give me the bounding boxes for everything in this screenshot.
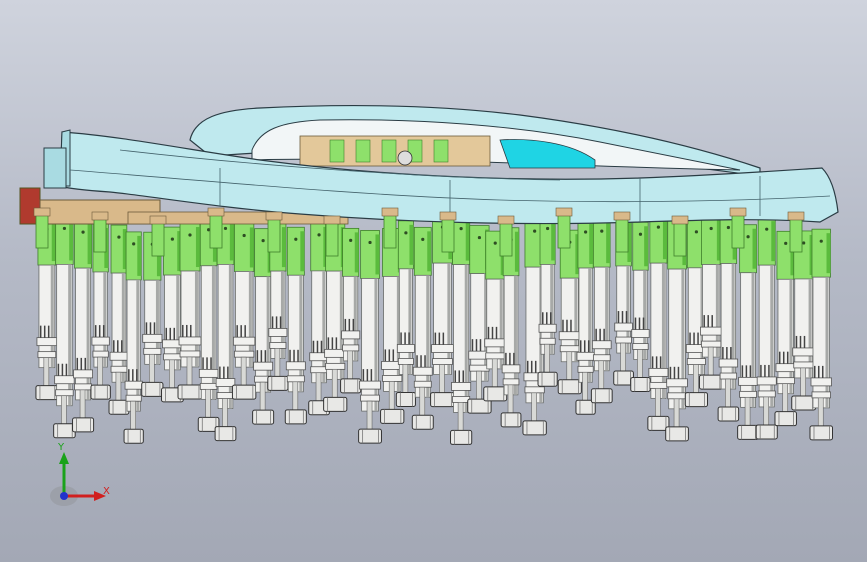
- support-column: [123, 231, 144, 444]
- edge-clamp: [267, 217, 281, 253]
- edge-clamp-cap: [787, 211, 805, 221]
- support-column: [809, 228, 833, 441]
- edge-clamp: [789, 217, 803, 253]
- interior-clamp: [381, 139, 397, 163]
- edge-clamp-cap: [729, 207, 747, 217]
- edge-clamp-cap: [671, 215, 689, 225]
- support-fixture-array: [19, 187, 833, 445]
- edge-clamp: [499, 221, 513, 257]
- nose-block: [43, 147, 67, 189]
- edge-clamp: [93, 217, 107, 253]
- support-column: [284, 226, 307, 425]
- cad-viewport[interactable]: Y X: [0, 0, 867, 562]
- edge-clamp-cap: [207, 207, 225, 217]
- edge-clamp: [557, 213, 571, 249]
- support-column: [177, 222, 203, 400]
- support-column: [141, 231, 164, 397]
- support-column: [737, 224, 760, 440]
- x-axis-label: X: [103, 486, 110, 497]
- support-column: [630, 221, 651, 393]
- edge-clamp: [325, 221, 339, 257]
- edge-clamp-cap: [323, 215, 341, 225]
- edge-clamp-cap: [265, 211, 283, 221]
- edge-clamp-cap: [33, 207, 51, 217]
- support-column: [214, 216, 237, 442]
- edge-clamp: [151, 221, 165, 257]
- interior-clamp: [329, 139, 345, 163]
- edge-clamp-cap: [555, 207, 573, 217]
- support-column: [72, 219, 95, 433]
- interior-clamp: [433, 139, 449, 163]
- edge-clamp: [35, 213, 49, 249]
- interior-clamp: [355, 139, 371, 163]
- edge-clamp-cap: [91, 211, 109, 221]
- support-column: [358, 230, 382, 444]
- edge-clamp: [673, 221, 687, 257]
- edge-clamp: [615, 217, 629, 253]
- support-column: [231, 223, 257, 400]
- support-column: [53, 216, 76, 439]
- support-column: [197, 217, 220, 432]
- coordinate-triad: Y X: [40, 440, 120, 510]
- edge-clamp: [209, 213, 223, 249]
- edge-clamp-cap: [381, 207, 399, 217]
- y-axis-label: Y: [58, 442, 65, 453]
- interior-bolt: [397, 150, 413, 166]
- edge-clamp-cap: [497, 215, 515, 225]
- edge-clamp-cap: [613, 211, 631, 221]
- car-body-panel[interactable]: [43, 104, 839, 225]
- edge-clamp-cap: [439, 211, 457, 221]
- edge-clamp: [731, 213, 745, 249]
- edge-clamp: [441, 217, 455, 253]
- edge-clamp-cap: [149, 215, 167, 225]
- axis-triad-icon: [50, 452, 106, 506]
- support-column: [590, 218, 613, 404]
- model-view[interactable]: [0, 0, 867, 562]
- support-column: [647, 214, 670, 431]
- support-column: [755, 216, 778, 440]
- edge-clamp: [383, 213, 397, 249]
